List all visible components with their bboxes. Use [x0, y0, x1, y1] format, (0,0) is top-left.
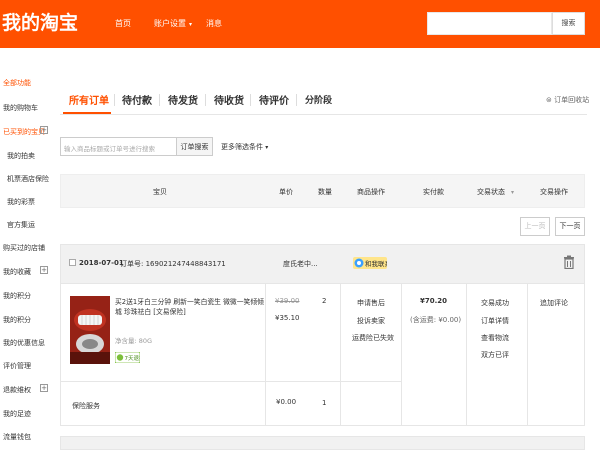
- return-policy-badge[interactable]: 7天退换: [115, 352, 140, 363]
- chevron-down-icon: ▾: [511, 189, 515, 196]
- tab-pending-payment[interactable]: 待付款: [122, 92, 152, 107]
- sidebar-item-bought[interactable]: 已买到的宝贝: [3, 127, 45, 137]
- sidebar-item-all-functions[interactable]: 全部功能: [3, 78, 31, 88]
- tabs-divider: [60, 114, 587, 115]
- product-title-link[interactable]: 买2送1牙白三分钟 刷新一笑白瓷生 微微一笑倾倾城 珍珠祛白 [文易保险]: [115, 297, 265, 317]
- tab-divider: [296, 94, 297, 106]
- nav-home[interactable]: 首页: [115, 18, 131, 29]
- expand-icon[interactable]: +: [40, 126, 48, 134]
- original-price: ¥39.00: [275, 297, 300, 305]
- sidebar-item-favorites[interactable]: 我的收藏: [3, 267, 31, 277]
- column-divider: [340, 284, 341, 426]
- order-checkbox[interactable]: [69, 259, 76, 266]
- order-search-button[interactable]: 订单搜索: [177, 137, 213, 156]
- order-recycle-bin-label: 订单回收站: [554, 96, 590, 104]
- column-divider: [265, 284, 266, 426]
- sidebar-item-travel[interactable]: 机票酒店保险: [7, 174, 49, 184]
- order-number: 订单号: 169021247448843171: [120, 260, 226, 268]
- view-logistics-link[interactable]: 查看物流: [481, 333, 509, 343]
- recycle-icon: ⊜: [546, 96, 552, 104]
- column-header-item-actions: 商品操作: [357, 188, 385, 196]
- insurance-service-label: 保险服务: [72, 402, 100, 410]
- chat-label: 和我联系: [365, 259, 387, 268]
- tab-pending-receipt[interactable]: 待收货: [214, 92, 244, 107]
- complain-seller-link[interactable]: 投诉卖家: [357, 316, 385, 326]
- order-recycle-bin[interactable]: ⊜ 订单回收站: [546, 95, 589, 105]
- chevron-down-icon: ▾: [265, 144, 269, 151]
- more-filters-label: 更多筛选条件: [221, 143, 263, 151]
- sidebar-item-refunds[interactable]: 退款维权: [3, 385, 31, 395]
- tab-divider: [250, 94, 251, 106]
- trash-icon[interactable]: [563, 255, 575, 269]
- top-header: 我的淘宝 首页 账户设置 ▾ 消息 搜索: [0, 0, 600, 48]
- sidebar-item-coupons[interactable]: 我的优惠信息: [3, 338, 45, 348]
- search-input[interactable]: [427, 12, 552, 35]
- column-divider: [466, 284, 467, 426]
- review-status: 双方已评: [481, 351, 509, 359]
- order-date: 2018-07-01: [79, 259, 124, 267]
- column-header-operations: 交易操作: [540, 188, 568, 196]
- expand-icon[interactable]: +: [40, 266, 48, 274]
- more-filters-toggle[interactable]: 更多筛选条件 ▾: [221, 142, 268, 152]
- add-review-button[interactable]: 追加评论: [540, 298, 568, 308]
- status-text: 交易成功: [481, 299, 509, 307]
- sidebar-item-reviews[interactable]: 评价管理: [3, 361, 31, 371]
- product-image[interactable]: [70, 296, 110, 364]
- order-search-input[interactable]: 输入商品标题或订单号进行搜索: [60, 137, 177, 156]
- shipping-fee: (含运费: ¥0.00): [410, 316, 462, 324]
- product-spec: 净含量: 80G: [115, 337, 153, 345]
- search-button[interactable]: 搜索: [552, 12, 585, 35]
- next-page-button[interactable]: 下一页: [555, 217, 585, 236]
- apply-after-sales-link[interactable]: 申请售后: [357, 298, 385, 308]
- nav-account-settings[interactable]: 账户设置 ▾: [154, 18, 192, 29]
- chat-seller-badge[interactable]: 和我联系: [353, 257, 387, 269]
- tab-divider: [159, 94, 160, 106]
- column-header-price: 单价: [279, 188, 293, 196]
- insurance-price: ¥0.00: [276, 398, 297, 406]
- insurance-quantity: 1: [322, 399, 327, 407]
- quantity: 2: [322, 297, 327, 305]
- sidebar-item-cart[interactable]: 我的购物车: [3, 103, 38, 113]
- tab-all-orders[interactable]: 所有订单: [69, 92, 109, 107]
- column-header-paid: 实付款: [423, 188, 444, 196]
- sidebar-item-auction[interactable]: 我的拍卖: [7, 151, 35, 161]
- shipping-insurance-status: 运费险已失效: [352, 334, 394, 342]
- logo[interactable]: 我的淘宝: [2, 8, 78, 35]
- shop-name[interactable]: 度氏老中...: [283, 259, 318, 269]
- nav-account-settings-label: 账户设置: [154, 19, 186, 28]
- unit-price: ¥35.10: [275, 314, 300, 322]
- sidebar-item-points-2[interactable]: 我的积分: [3, 315, 31, 325]
- sidebar-item-points[interactable]: 我的积分: [3, 291, 31, 301]
- column-header-status[interactable]: 交易状态 ▾: [477, 187, 514, 197]
- sidebar-item-lottery[interactable]: 我的彩票: [7, 197, 35, 207]
- next-order-header: [60, 436, 585, 450]
- tab-pending-shipment[interactable]: 待发货: [168, 92, 198, 107]
- nav-messages[interactable]: 消息: [206, 18, 222, 29]
- column-divider: [401, 284, 402, 426]
- sidebar-item-data-wallet[interactable]: 流量钱包: [3, 432, 31, 442]
- sidebar-item-shipping[interactable]: 官方集运: [7, 220, 35, 230]
- expand-icon[interactable]: +: [40, 384, 48, 392]
- column-header-item: 宝贝: [153, 188, 167, 196]
- column-header-quantity: 数量: [318, 188, 332, 196]
- return-policy-label: 7天退换: [125, 354, 141, 362]
- order-details-link[interactable]: 订单详情: [481, 316, 509, 326]
- column-header-status-label: 交易状态: [477, 188, 505, 196]
- tab-divider: [114, 94, 115, 106]
- tab-installments[interactable]: 分阶段: [305, 93, 332, 106]
- prev-page-button[interactable]: 上一页: [520, 217, 550, 236]
- sidebar-item-footprints[interactable]: 我的足迹: [3, 409, 31, 419]
- total-paid: ¥70.20: [420, 297, 448, 305]
- row-divider: [60, 381, 401, 382]
- sidebar-item-shops[interactable]: 购买过的店铺: [3, 243, 45, 253]
- tab-divider: [205, 94, 206, 106]
- column-divider: [527, 284, 528, 426]
- tab-pending-review[interactable]: 待评价: [259, 92, 289, 107]
- chevron-down-icon: ▾: [189, 21, 193, 28]
